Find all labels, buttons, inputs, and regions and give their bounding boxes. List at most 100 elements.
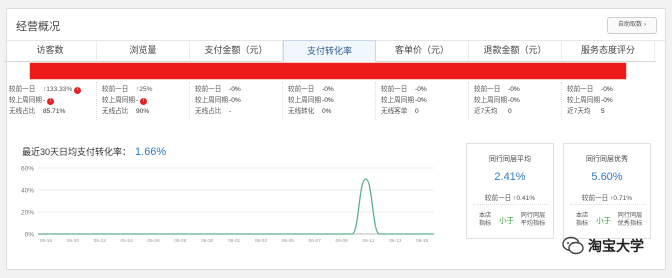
tab-label: 浏览量 — [129, 45, 157, 55]
metric-line: 较上周同期-0% — [195, 95, 241, 106]
metric-line: 较前一日 -0% — [567, 84, 613, 95]
metric-value: 85.71% — [43, 108, 66, 115]
metric-value: -0% — [415, 86, 427, 93]
x-tick-label: 06-13 — [389, 238, 402, 244]
metric-label: 近7天均 — [567, 108, 591, 115]
metric-payment-conversion: 较前一日 -0% 较上周同期-0% 无线转化 0% — [283, 82, 376, 120]
tab-payment-amount[interactable]: 支付金额（元） — [190, 40, 283, 62]
divider — [473, 204, 549, 205]
peer-value: 2.41% — [494, 171, 526, 183]
tab-payment-conversion[interactable]: 支付转化率 — [283, 40, 376, 62]
peer-metric-label: 同行同层 平均指标 — [520, 212, 546, 227]
metric-line: 较上周同期-0% — [288, 95, 334, 106]
metric-label: 较前一日 — [102, 86, 129, 93]
y-tick-label: 0% — [25, 232, 35, 239]
metric-label: 较上周同期 — [195, 97, 228, 104]
metric-pageviews: 较前一日 ↑25% 较上周同期-! 无线占比 90% — [97, 82, 190, 120]
x-tick-label: 05-16 — [40, 238, 53, 244]
metric-label: 较上周同期 — [381, 97, 414, 104]
metric-payment-amount: 较前一日 -0% 较上周同期-0% 无线占比 - — [190, 82, 283, 120]
self-service-data-button[interactable]: 自助取数 › — [607, 17, 657, 34]
tab-label: 访客数 — [36, 45, 64, 55]
metric-line: 较上周同期-0% — [381, 95, 427, 106]
metric-value: -0% — [508, 86, 520, 93]
metric-line: 无线占比 - — [195, 106, 231, 117]
peer-comparison: 本店 指标 小于 同行同层 平均指标 — [473, 210, 549, 234]
panel-header: 经营概况 自助取数 › — [7, 9, 665, 41]
peer-compare-label: 较前一日 — [484, 195, 512, 202]
redaction-bar — [30, 63, 626, 79]
metric-tabs: 访客数 浏览量 支付金额（元） 支付转化率 客单价（元） 退款金额（元） 服务态… — [4, 40, 656, 62]
x-tick-label: 06-07 — [309, 238, 322, 244]
metric-line: 较前一日 ↑25% — [102, 84, 153, 95]
peer-title: 同行同层平均 — [489, 156, 531, 163]
metric-value: -0% — [322, 97, 334, 104]
relation-label: 小于 — [499, 216, 514, 225]
tab-service-rating[interactable]: 服务态度评分 — [562, 40, 655, 62]
metric-line: 较前一日 -0% — [474, 84, 520, 95]
tab-label: 服务态度评分 — [580, 45, 635, 55]
metric-value: 90% — [136, 108, 150, 115]
metric-value: -0% — [601, 97, 613, 104]
peer-compare-value: ↑0.41% — [513, 195, 536, 202]
metric-value: -0% — [601, 86, 613, 93]
metric-label: 较前一日 — [9, 86, 36, 93]
line-chart: 0% 20% 40% 60% 05-16 05-20 05-22 05-24 05-26 05-2… — [21, 166, 434, 244]
metric-value: -0% — [508, 97, 520, 104]
metric-label: 较上周同期 — [9, 97, 42, 104]
tab-refund-amount[interactable]: 退款金额（元） — [469, 40, 562, 62]
metric-line: 无线占比 85.71% — [9, 106, 65, 117]
peer-title: 同行同层优秀 — [586, 156, 628, 163]
peer-compare-label: 较前一日 — [581, 195, 609, 202]
tab-avg-order-value[interactable]: 客单价（元） — [376, 40, 469, 62]
wechat-logo-icon — [562, 236, 584, 255]
tab-pageviews[interactable]: 浏览量 — [97, 40, 190, 62]
x-tick-label: 05-22 — [94, 238, 107, 244]
metric-line: 无线占比 90% — [102, 106, 149, 117]
metric-label: 较前一日 — [381, 86, 408, 93]
y-tick-label: 60% — [21, 166, 34, 173]
self-service-data-label: 自助取数 — [617, 22, 642, 28]
metric-value: 0% — [322, 108, 332, 115]
peer-compare-value: ↑0.71% — [610, 195, 633, 202]
alert-icon: ! — [140, 98, 148, 105]
metric-label: 较上周同期 — [288, 97, 321, 104]
metric-label: 较前一日 — [474, 86, 501, 93]
peer-metric-label: 同行同层 优秀指标 — [617, 212, 643, 227]
watermark: 淘宝大学 — [562, 233, 662, 257]
metric-line: 近7天均 0 — [474, 106, 512, 117]
metric-label: 较上周同期 — [102, 97, 135, 104]
metric-label: 无线占比 — [195, 108, 222, 115]
metric-line: 较前一日 ↑133.33%! — [9, 84, 82, 95]
chevron-right-icon: › — [644, 22, 646, 28]
x-tick-label: 05-24 — [120, 238, 133, 244]
metric-visitors: 较前一日 ↑133.33%! 较上周同期-! 无线占比 85.71% — [4, 82, 97, 120]
metric-line: 较前一日 -0% — [381, 84, 427, 95]
y-tick-label: 40% — [21, 188, 34, 195]
x-tick-label: 06-09 — [335, 238, 348, 244]
metric-value: -0% — [322, 86, 334, 93]
x-tick-label: 05-28 — [174, 238, 187, 244]
metrics-row: 较前一日 ↑133.33%! 较上周同期-! 无线占比 85.71% 较前一日 ↑25… — [4, 82, 656, 120]
metric-value: 0 — [415, 108, 419, 115]
metric-line: 较上周同期-0% — [567, 95, 613, 106]
metric-value: -0% — [415, 97, 427, 104]
peer-comparison: 本店 指标 小于 同行同层 优秀指标 — [570, 210, 646, 234]
metric-refund-amount: 较前一日 -0% 较上周同期-0% 近7天均 0 — [469, 82, 562, 120]
tab-visitors[interactable]: 访客数 — [4, 40, 97, 62]
y-tick-label: 20% — [21, 210, 34, 217]
x-tick-label: 05-20 — [67, 238, 80, 244]
metric-line: 无线转化 0% — [288, 106, 332, 117]
metric-label: 近7天均 — [474, 108, 498, 115]
metric-line: 无线客单 0 — [381, 106, 419, 117]
metric-line: 较上周同期-0% — [474, 95, 520, 106]
metric-avg-order-value: 较前一日 -0% 较上周同期-0% 无线客单 0 — [376, 82, 469, 120]
metric-line: 较上周同期-! — [9, 95, 55, 106]
metric-label: 无线转化 — [288, 108, 315, 115]
peer-compare: 较前一日 ↑0.41% — [467, 192, 553, 202]
metric-label: 较前一日 — [567, 86, 594, 93]
x-tick-label: 05-26 — [147, 238, 160, 244]
self-metric-label: 本店 指标 — [478, 212, 492, 227]
metric-line: 较上周同期-! — [102, 95, 148, 106]
metric-value: ↑133.33% — [43, 86, 73, 93]
